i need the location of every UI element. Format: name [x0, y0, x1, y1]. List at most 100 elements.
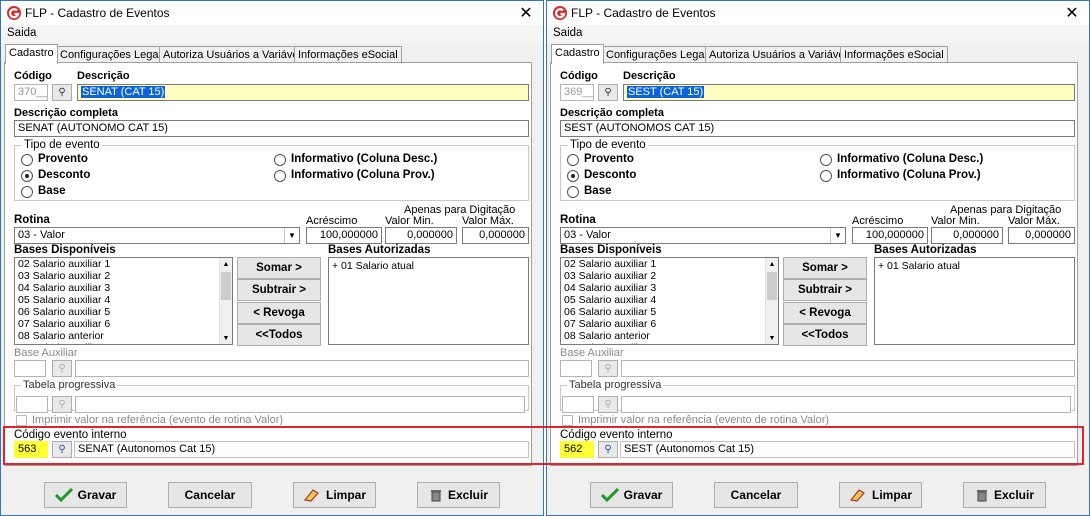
descricao-label: Descrição: [77, 70, 130, 82]
radio-informativo-desc[interactable]: [820, 154, 832, 166]
descricao-input[interactable]: SENAT (CAT 15): [77, 84, 529, 101]
list-item[interactable]: 07 Salario auxiliar 6: [15, 318, 232, 330]
scroll-down-icon[interactable]: ▼: [220, 332, 232, 344]
bases-disponiveis-list[interactable]: 02 Salario auxiliar 1 03 Salario auxiliar…: [14, 257, 233, 345]
list-item[interactable]: 07 Salario auxiliar 6: [561, 318, 778, 330]
list-item[interactable]: 02 Salario auxiliar 1: [561, 258, 778, 270]
imprimir-checkbox[interactable]: [16, 415, 27, 426]
cancelar-button[interactable]: Cancelar: [168, 482, 252, 508]
bases-autorizadas-list[interactable]: + 01 Salario atual: [874, 257, 1075, 345]
radio-informativo-prov[interactable]: [820, 170, 832, 182]
list-item[interactable]: 06 Salario auxiliar 5: [561, 306, 778, 318]
base-auxiliar-code[interactable]: [560, 360, 592, 377]
tab-cadastro[interactable]: Cadastro: [551, 44, 604, 64]
list-item[interactable]: + 01 Salario atual: [329, 260, 528, 272]
menu-saida[interactable]: Saida: [553, 27, 582, 39]
bases-disponiveis-list[interactable]: 02 Salario auxiliar 1 03 Salario auxiliar…: [560, 257, 779, 345]
scroll-thumb[interactable]: [221, 272, 231, 300]
excluir-button[interactable]: Excluir: [417, 482, 500, 508]
cancelar-button[interactable]: Cancelar: [714, 482, 798, 508]
scroll-thumb[interactable]: [767, 272, 777, 300]
list-item[interactable]: + 01 Salario atual: [875, 260, 1074, 272]
list-item[interactable]: 06 Salario auxiliar 5: [15, 306, 232, 318]
list-item[interactable]: 08 Salario anterior: [561, 330, 778, 342]
binoculars-icon[interactable]: ⚲: [52, 396, 72, 413]
gravar-button[interactable]: Gravar: [44, 482, 127, 508]
list-item[interactable]: 05 Salario auxiliar 4: [561, 294, 778, 306]
valor-min-input[interactable]: 0,000000: [931, 227, 1003, 244]
gravar-button[interactable]: Gravar: [590, 482, 673, 508]
close-icon[interactable]: ✕: [1059, 1, 1085, 25]
valor-min-input[interactable]: 0,000000: [385, 227, 457, 244]
binoculars-icon[interactable]: ⚲: [52, 360, 72, 377]
somar-button[interactable]: Somar >: [237, 257, 321, 279]
todos-button[interactable]: <<Todos: [783, 324, 867, 346]
scrollbar[interactable]: ▲ ▼: [765, 258, 778, 344]
radio-desconto[interactable]: [567, 170, 579, 182]
somar-button[interactable]: Somar >: [783, 257, 867, 279]
list-item[interactable]: 02 Salario auxiliar 1: [15, 258, 232, 270]
radio-desconto-label: Desconto: [584, 169, 637, 181]
base-auxiliar-desc: [621, 360, 1075, 377]
radio-informativo-desc[interactable]: [274, 154, 286, 166]
subtrair-button[interactable]: Subtrair >: [237, 279, 321, 301]
radio-informativo-desc-label: Informativo (Coluna Desc.): [291, 153, 438, 165]
scrollbar[interactable]: ▲ ▼: [219, 258, 232, 344]
radio-base[interactable]: [567, 186, 579, 198]
eraser-icon: [849, 489, 865, 502]
list-item[interactable]: 05 Salario auxiliar 4: [15, 294, 232, 306]
limpar-button[interactable]: Limpar: [839, 482, 922, 508]
codigo-input[interactable]: 369__: [560, 84, 594, 101]
list-item[interactable]: 03 Salario auxiliar 2: [561, 270, 778, 282]
chevron-down-icon[interactable]: ▼: [830, 228, 845, 243]
revoga-button[interactable]: < Revoga: [783, 302, 867, 324]
base-auxiliar-code[interactable]: [14, 360, 46, 377]
list-item[interactable]: 03 Salario auxiliar 2: [15, 270, 232, 282]
rotina-select[interactable]: 03 - Valor ▼: [560, 227, 846, 244]
tabela-progressiva-code[interactable]: [562, 396, 594, 413]
radio-provento[interactable]: [21, 154, 33, 166]
subtrair-button[interactable]: Subtrair >: [783, 279, 867, 301]
list-item[interactable]: 08 Salario anterior: [15, 330, 232, 342]
menu-saida[interactable]: Saida: [7, 27, 36, 39]
radio-informativo-prov[interactable]: [274, 170, 286, 182]
valor-max-input[interactable]: 0,000000: [1008, 227, 1075, 244]
revoga-button[interactable]: < Revoga: [237, 302, 321, 324]
imprimir-checkbox[interactable]: [562, 415, 573, 426]
binoculars-icon[interactable]: ⚲: [598, 84, 618, 101]
list-item[interactable]: 04 Salario auxiliar 3: [15, 282, 232, 294]
todos-button[interactable]: <<Todos: [237, 324, 321, 346]
scroll-up-icon[interactable]: ▲: [220, 258, 232, 270]
radio-desconto[interactable]: [21, 170, 33, 182]
list-item[interactable]: 09 Salario auxiliar 7 ...: [561, 342, 778, 344]
binoculars-icon[interactable]: ⚲: [598, 396, 618, 413]
bases-autorizadas-label: Bases Autorizadas: [328, 244, 431, 256]
rotina-select[interactable]: 03 - Valor ▼: [14, 227, 300, 244]
limpar-button[interactable]: Limpar: [293, 482, 376, 508]
binoculars-icon[interactable]: ⚲: [598, 360, 618, 377]
descricao-input[interactable]: SEST (CAT 15): [623, 84, 1075, 101]
radio-desconto-label: Desconto: [38, 169, 91, 181]
list-item[interactable]: 09 Salario auxiliar 7 ...: [15, 342, 232, 344]
descricao-completa-input[interactable]: SEST (AUTONOMOS CAT 15): [560, 120, 1075, 137]
excluir-button[interactable]: Excluir: [963, 482, 1046, 508]
descricao-completa-input[interactable]: SENAT (AUTONOMO CAT 15): [14, 120, 529, 137]
bases-autorizadas-list[interactable]: + 01 Salario atual: [328, 257, 529, 345]
trash-icon: [976, 490, 987, 502]
valor-max-input[interactable]: 0,000000: [462, 227, 529, 244]
close-icon[interactable]: ✕: [513, 1, 539, 25]
valor-max-label: Valor Máx.: [462, 215, 514, 227]
acrescimo-input[interactable]: 100,000000: [852, 227, 928, 244]
tabela-progressiva-code[interactable]: [16, 396, 48, 413]
binoculars-icon[interactable]: ⚲: [52, 84, 72, 101]
list-item[interactable]: 04 Salario auxiliar 3: [561, 282, 778, 294]
codigo-input[interactable]: 370__: [14, 84, 48, 101]
scroll-down-icon[interactable]: ▼: [766, 332, 778, 344]
tab-cadastro[interactable]: Cadastro: [5, 44, 58, 64]
radio-provento[interactable]: [567, 154, 579, 166]
acrescimo-label: Acréscimo: [306, 215, 358, 227]
scroll-up-icon[interactable]: ▲: [766, 258, 778, 270]
acrescimo-input[interactable]: 100,000000: [306, 227, 382, 244]
chevron-down-icon[interactable]: ▼: [284, 228, 299, 243]
radio-base[interactable]: [21, 186, 33, 198]
